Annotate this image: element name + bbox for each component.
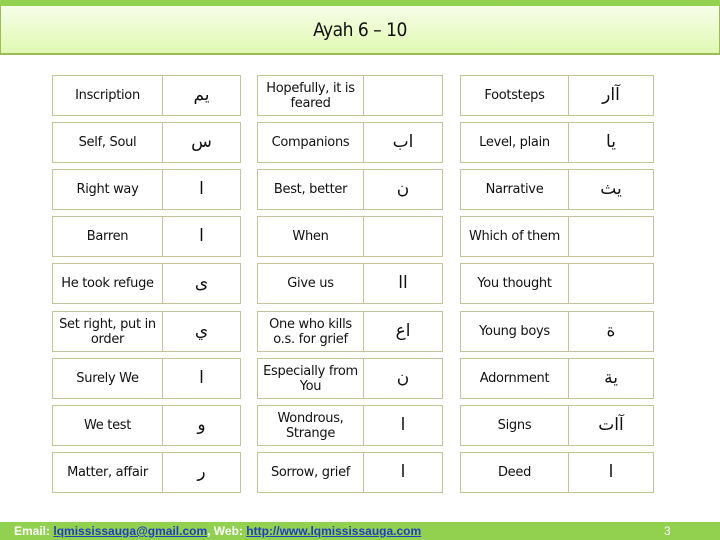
footer-contact: Email: lqmississauga@gmail.com, Web: htt… [14,524,421,538]
arabic-word-cell: ا [568,452,654,493]
english-meaning-cell: Adornment [460,358,569,399]
english-meaning-cell: Inscription [52,75,163,116]
arabic-word-cell: ر [162,452,241,493]
arabic-word-cell: ية [568,358,654,399]
english-meaning-cell: Narrative [460,169,569,210]
arabic-word-cell: يم [162,75,241,116]
english-meaning-cell: Best, better [257,169,364,210]
english-meaning-cell: When [257,216,364,257]
english-meaning-cell: Give us [257,263,364,304]
page-title: Ayah 6 – 10 [313,18,407,41]
english-meaning-cell: He took refuge [52,263,163,304]
arabic-word-cell: اا [363,263,443,304]
english-meaning-cell: Self, Soul [52,122,163,163]
arabic-word-cell: آار [568,75,654,116]
english-meaning-cell: Footsteps [460,75,569,116]
arabic-word-cell: س [162,122,241,163]
arabic-word-cell: يا [568,122,654,163]
english-meaning-cell: Hopefully, it is feared [257,75,364,116]
english-meaning-cell: Surely We [52,358,163,399]
arabic-word-cell: ا [162,358,241,399]
english-meaning-cell: Level, plain [460,122,569,163]
english-meaning-cell: Especially from You [257,358,364,399]
arabic-word-cell: اب [363,122,443,163]
english-meaning-cell: Set right, put in order [52,311,163,352]
arabic-word-cell: ى [162,263,241,304]
arabic-word-cell [363,75,443,116]
arabic-word-cell [568,216,654,257]
arabic-word-cell: ا [363,405,443,446]
web-link[interactable]: http://www.lqmississauga.com [246,524,421,538]
arabic-word-cell: ا [363,452,443,493]
arabic-word-cell [568,263,654,304]
email-label: Email: [14,524,54,538]
arabic-word-cell: ة [568,311,654,352]
arabic-word-cell: ا [162,216,241,257]
page-number: 3 [664,524,671,538]
english-meaning-cell: Which of them [460,216,569,257]
arabic-word-cell: اع [363,311,443,352]
arabic-word-cell: و [162,405,241,446]
arabic-word-cell: يث [568,169,654,210]
arabic-word-cell: ن [363,169,443,210]
english-meaning-cell: Barren [52,216,163,257]
separator: , [207,524,214,538]
english-meaning-cell: One who kills o.s. for grief [257,311,364,352]
english-meaning-cell: Right way [52,169,163,210]
web-label: Web: [213,524,247,538]
english-meaning-cell: Signs [460,405,569,446]
title-bar: Ayah 6 – 10 [0,6,720,55]
english-meaning-cell: Sorrow, grief [257,452,364,493]
english-meaning-cell: We test [52,405,163,446]
arabic-word-cell: ي [162,311,241,352]
english-meaning-cell: Deed [460,452,569,493]
footer-bar: Email: lqmississauga@gmail.com, Web: htt… [0,522,720,540]
arabic-word-cell: آات [568,405,654,446]
arabic-word-cell [363,216,443,257]
english-meaning-cell: Companions [257,122,364,163]
english-meaning-cell: You thought [460,263,569,304]
english-meaning-cell: Young boys [460,311,569,352]
email-link[interactable]: lqmississauga@gmail.com [53,524,207,538]
arabic-word-cell: ن [363,358,443,399]
english-meaning-cell: Matter, affair [52,452,163,493]
english-meaning-cell: Wondrous, Strange [257,405,364,446]
arabic-word-cell: ا [162,169,241,210]
